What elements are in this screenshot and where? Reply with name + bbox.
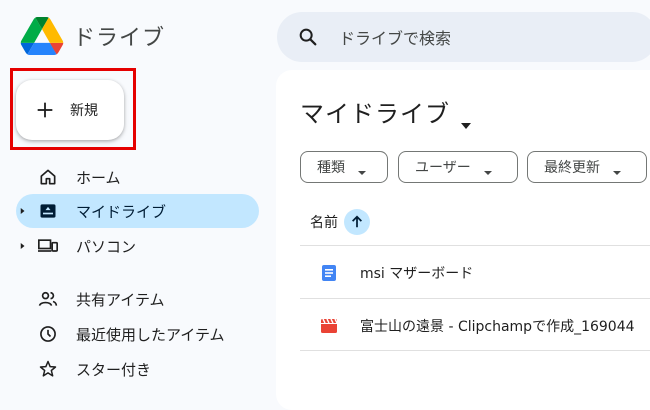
sidebar-item-label: ホーム bbox=[76, 168, 121, 187]
annotation-highlight-box bbox=[10, 68, 136, 150]
filter-label: 最終更新 bbox=[544, 160, 600, 176]
filter-label: 種類 bbox=[317, 160, 345, 176]
sidebar-item-starred[interactable]: スター付き bbox=[16, 352, 259, 386]
column-label: 名前 bbox=[310, 215, 338, 231]
dropdown-arrow-icon bbox=[460, 108, 472, 129]
page-title-dropdown[interactable]: マイドライブ bbox=[300, 94, 472, 129]
filter-type-chip[interactable]: 種類 bbox=[300, 151, 388, 183]
sidebar-item-label: スター付き bbox=[76, 360, 152, 379]
home-icon bbox=[36, 165, 60, 189]
drive-logo-icon[interactable] bbox=[20, 17, 64, 55]
computers-icon bbox=[36, 234, 60, 258]
google-docs-icon bbox=[320, 264, 338, 282]
my-drive-icon bbox=[36, 199, 60, 223]
star-icon bbox=[36, 357, 60, 381]
sidebar-item-recent[interactable]: 最近使用したアイテム bbox=[16, 317, 259, 351]
sidebar-item-label: パソコン bbox=[76, 237, 137, 256]
chevron-down-icon bbox=[483, 164, 493, 175]
recent-clock-icon bbox=[36, 322, 60, 346]
expand-arrow-icon[interactable] bbox=[16, 242, 30, 250]
search-bar[interactable]: ドライブで検索 bbox=[277, 12, 650, 62]
expand-arrow-icon[interactable] bbox=[16, 207, 30, 215]
sidebar-item-computers[interactable]: パソコン bbox=[16, 229, 259, 263]
filter-people-chip[interactable]: ユーザー bbox=[398, 151, 518, 183]
name-column-header[interactable]: 名前 bbox=[310, 209, 370, 235]
file-name: 富士山の遠景 - Clipchampで作成_169044 bbox=[360, 319, 635, 335]
file-row[interactable]: 富士山の遠景 - Clipchampで作成_169044 bbox=[300, 307, 650, 345]
file-name: msi マザーボード bbox=[360, 266, 474, 282]
search-icon[interactable] bbox=[297, 26, 319, 48]
chevron-down-icon bbox=[357, 164, 367, 175]
sidebar-item-my-drive[interactable]: マイドライブ bbox=[16, 194, 259, 228]
chevron-down-icon bbox=[612, 164, 622, 175]
sidebar-item-label: マイドライブ bbox=[76, 202, 167, 221]
sort-ascending-button[interactable] bbox=[344, 209, 370, 235]
filter-modified-chip[interactable]: 最終更新 bbox=[527, 151, 647, 183]
divider bbox=[300, 298, 650, 299]
sidebar-item-label: 共有アイテム bbox=[76, 290, 165, 309]
app-title: ドライブ bbox=[73, 26, 166, 51]
page-title: マイドライブ bbox=[300, 100, 450, 128]
divider bbox=[300, 350, 650, 351]
search-input[interactable]: ドライブで検索 bbox=[339, 25, 451, 49]
arrow-up-icon bbox=[352, 215, 362, 228]
video-file-icon bbox=[320, 317, 338, 335]
sidebar-item-shared[interactable]: 共有アイテム bbox=[16, 282, 259, 316]
sidebar-item-home[interactable]: ホーム bbox=[16, 160, 259, 194]
sidebar-item-label: 最近使用したアイテム bbox=[76, 325, 225, 344]
filter-label: ユーザー bbox=[415, 160, 471, 176]
divider bbox=[300, 245, 650, 246]
file-row[interactable]: msi マザーボード bbox=[300, 254, 650, 292]
shared-icon bbox=[36, 287, 60, 311]
